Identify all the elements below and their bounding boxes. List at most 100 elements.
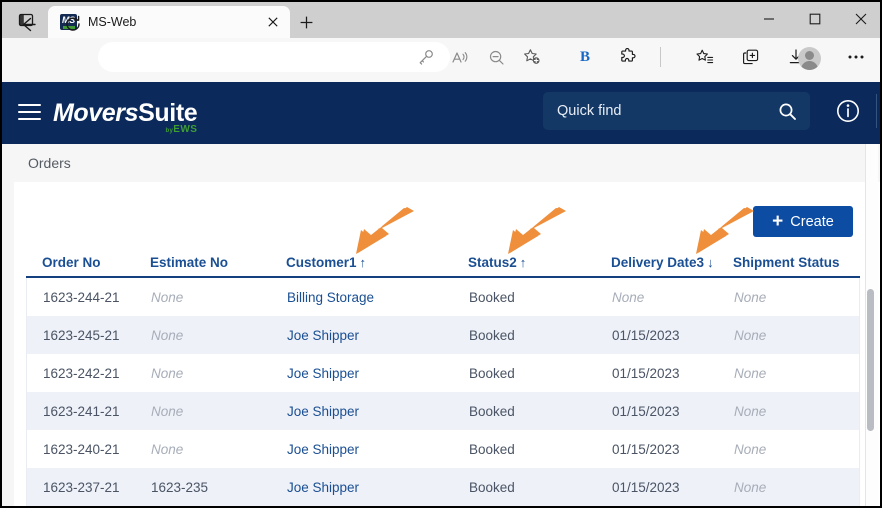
cell-customer[interactable]: Joe Shipper <box>287 365 359 382</box>
cell-customer[interactable]: Joe Shipper <box>287 441 359 458</box>
column-header-status[interactable]: Status2 ↑ <box>468 254 526 271</box>
toolbar-divider <box>660 47 661 67</box>
table-header-row: Order No Estimate No Customer1 ↑ Status2 ↑… <box>26 242 860 278</box>
cell-order-no: 1623-241-21 <box>43 404 120 419</box>
cell-order-no: 1623-244-21 <box>43 290 120 305</box>
column-label: Delivery Date3 <box>611 255 705 270</box>
cell-shipment-status: None <box>734 442 767 457</box>
cell-shipment-status: None <box>734 366 767 381</box>
logo-byline-text: EWS <box>173 124 198 135</box>
cell-status: Booked <box>469 290 515 305</box>
tab-orders[interactable]: Orders <box>28 154 71 172</box>
cell-estimate-no: None <box>151 404 184 419</box>
cell-delivery-date: None <box>612 290 645 305</box>
quick-find-input[interactable]: Quick find <box>557 102 621 120</box>
left-gutter <box>2 182 14 506</box>
close-window-button[interactable] <box>838 2 880 36</box>
cell-status: Booked <box>469 366 515 381</box>
logo-byline: byEWS <box>165 124 197 137</box>
collections-icon[interactable] <box>692 46 718 68</box>
cell-delivery-date: 01/15/2023 <box>612 328 680 343</box>
split-screen-icon[interactable] <box>738 46 764 68</box>
key-icon[interactable] <box>413 46 437 68</box>
cell-customer[interactable]: Joe Shipper <box>287 479 359 496</box>
address-bar[interactable] <box>98 42 450 72</box>
cell-status: Booked <box>469 480 515 495</box>
cell-shipment-status: None <box>734 480 767 495</box>
cell-customer[interactable]: Billing Storage <box>287 289 374 306</box>
column-label: Order No <box>42 255 101 270</box>
table-row[interactable]: 1623-237-21 1623-235 Joe Shipper Booked … <box>26 468 860 506</box>
scrollbar-thumb[interactable] <box>867 289 874 431</box>
logo-wordmark: MoversSuite <box>53 99 198 127</box>
new-tab-button[interactable] <box>294 10 318 34</box>
cell-shipment-status: None <box>734 290 767 305</box>
logo-part-suite: Suite <box>138 99 198 127</box>
cell-estimate-no: None <box>151 366 184 381</box>
maximize-button[interactable] <box>792 2 838 36</box>
sort-indicator-asc: ↑ <box>519 255 527 270</box>
cell-delivery-date: 01/15/2023 <box>612 480 680 495</box>
zoom-out-icon[interactable] <box>484 46 508 68</box>
back-icon[interactable] <box>14 10 42 38</box>
orders-table: Order No Estimate No Customer1 ↑ Status2 ↑… <box>26 242 860 506</box>
plus-icon: + <box>772 211 784 232</box>
extensions-icon[interactable] <box>615 46 641 68</box>
cell-delivery-date: 01/15/2023 <box>612 442 680 457</box>
profile-avatar[interactable] <box>798 47 821 70</box>
cell-shipment-status: None <box>734 328 767 343</box>
column-header-customer[interactable]: Customer1 ↑ <box>286 254 366 271</box>
column-label: Estimate No <box>150 255 229 270</box>
quick-find-box[interactable]: Quick find <box>543 92 810 130</box>
table-row[interactable]: 1623-241-21 None Joe Shipper Booked 01/1… <box>26 392 860 430</box>
column-label: Status2 <box>468 255 517 270</box>
table-row[interactable]: 1623-244-21 None Billing Storage Booked … <box>26 278 860 316</box>
cell-delivery-date: 01/15/2023 <box>612 404 680 419</box>
avatar-body <box>801 61 818 70</box>
close-tab-icon[interactable] <box>264 13 282 31</box>
hamburger-bar <box>18 111 41 114</box>
sort-indicator-asc: ↑ <box>359 255 367 270</box>
column-header-order-no[interactable]: Order No <box>42 254 104 271</box>
cell-customer[interactable]: Joe Shipper <box>287 327 359 344</box>
bold-b-label: B <box>579 48 590 65</box>
column-label: Shipment Status <box>733 255 840 270</box>
tab-title: MS-Web <box>88 15 137 29</box>
column-header-shipment-status[interactable]: Shipment Status <box>733 254 843 271</box>
cell-status: Booked <box>469 404 515 419</box>
cell-delivery-date: 01/15/2023 <box>612 366 680 381</box>
read-aloud-icon[interactable] <box>448 46 472 68</box>
reload-icon[interactable] <box>59 10 87 38</box>
column-header-estimate-no[interactable]: Estimate No <box>150 254 231 271</box>
header-divider <box>876 94 877 128</box>
column-label: Customer1 <box>286 255 357 270</box>
table-row[interactable]: 1623-245-21 None Joe Shipper Booked 01/1… <box>26 316 860 354</box>
cell-estimate-no: None <box>151 442 184 457</box>
info-circle-icon[interactable] <box>835 98 861 124</box>
app-logo[interactable]: MoversSuite byEWS <box>53 99 198 137</box>
bold-b-icon[interactable]: B <box>572 46 598 68</box>
table-row[interactable]: 1623-242-21 None Joe Shipper Booked 01/1… <box>26 354 860 392</box>
more-icon[interactable] <box>843 46 869 68</box>
cell-customer[interactable]: Joe Shipper <box>287 403 359 420</box>
column-header-delivery-date[interactable]: Delivery Date3 ↓ <box>611 254 714 271</box>
cell-status: Booked <box>469 442 515 457</box>
avatar-head <box>805 51 814 60</box>
cell-order-no: 1623-245-21 <box>43 328 120 343</box>
browser-title-bar: MS MS-Web <box>2 2 880 38</box>
cell-status: Booked <box>469 328 515 343</box>
hamburger-bar <box>18 118 41 121</box>
favorite-add-icon[interactable] <box>520 46 544 68</box>
cell-estimate-no: None <box>151 290 184 305</box>
sort-indicator-desc: ↓ <box>707 255 714 270</box>
vertical-scrollbar[interactable] <box>866 144 878 506</box>
hamburger-menu-icon[interactable] <box>18 104 42 122</box>
page-tab-bar: Orders <box>2 144 880 183</box>
minimize-button[interactable] <box>746 2 792 36</box>
cell-order-no: 1623-240-21 <box>43 442 120 457</box>
browser-window: MS MS-Web B MoversSuite byEWS Quick find… <box>0 0 882 508</box>
search-icon[interactable] <box>776 100 798 122</box>
create-button[interactable]: + Create <box>753 206 853 237</box>
cell-estimate-no: None <box>151 328 184 343</box>
table-row[interactable]: 1623-240-21 None Joe Shipper Booked 01/1… <box>26 430 860 468</box>
